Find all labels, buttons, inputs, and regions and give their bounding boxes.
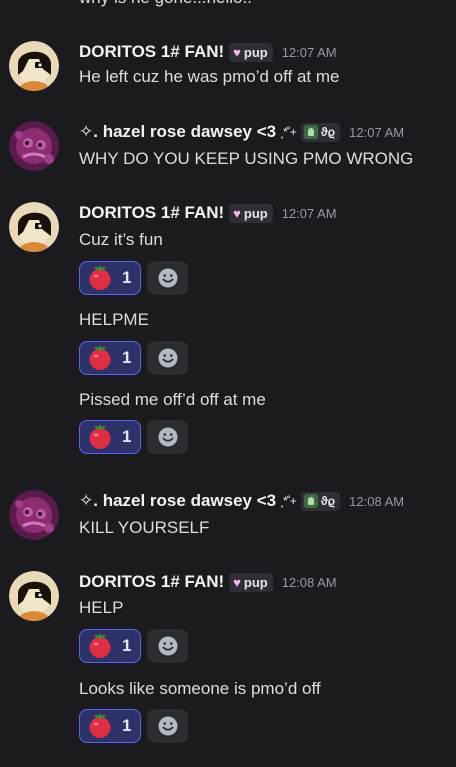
reaction-bar: 1 [79,709,188,743]
reaction-count: 1 [122,427,132,446]
user-tag[interactable]: ♥ pup [229,42,273,62]
avatar[interactable] [9,571,59,621]
message-text: WHY DO YOU KEEP USING PMO WRONG [79,149,414,168]
message-text: HELP [79,598,124,617]
message-text: HELPME [79,310,149,329]
reaction-bar: 1 [79,420,188,454]
add-reaction-button[interactable] [147,341,188,375]
tomato-emoji-icon [89,265,111,290]
timestamp[interactable]: 12:08 AM [282,575,337,590]
message-text: He left cuz he was pmo’d off at me [79,67,340,86]
timestamp[interactable]: 12:07 AM [282,45,337,60]
smiley-add-icon [158,348,177,368]
reaction-bar: 1 [79,341,188,375]
avatar[interactable] [9,490,59,540]
user-tag[interactable]: ♥ pup [229,203,273,223]
previous-message-text: why is he gone...hello.. [79,0,252,8]
add-reaction-button[interactable] [147,709,188,743]
username[interactable]: DORITOS 1# FAN! [79,42,224,62]
tag-label: pup [243,205,268,221]
tomato-emoji-icon [89,424,111,449]
message-text: KILL YOURSELF [79,518,210,537]
reaction-tomato[interactable]: 1 [79,629,141,663]
tag-label: pup [243,44,268,60]
timestamp[interactable]: 12:07 AM [349,125,404,140]
tomato-emoji-icon [89,345,111,370]
username[interactable]: DORITOS 1# FAN! [79,203,224,223]
reaction-tomato[interactable]: 1 [79,341,141,375]
username[interactable]: ✧. hazel rose dawsey <3 [79,491,276,511]
tomato-emoji-icon [89,633,111,658]
smiley-add-icon [158,427,177,447]
reaction-bar: 1 [79,629,188,663]
timestamp[interactable]: 12:07 AM [282,206,337,221]
reaction-tomato[interactable]: 1 [79,261,141,295]
guild-tag-icon [303,125,318,139]
reaction-count: 1 [122,716,132,735]
message-text: Looks like someone is pmo’d off [79,679,321,698]
heart-icon: ♥ [233,205,241,221]
smiley-add-icon [158,636,177,656]
user-tag[interactable]: ϑϱ [300,122,341,142]
smiley-add-icon [158,268,177,288]
reaction-tomato[interactable]: 1 [79,420,141,454]
avatar[interactable] [9,41,59,91]
smiley-add-icon [158,716,177,736]
reaction-count: 1 [122,348,132,367]
heart-icon: ♥ [233,44,241,60]
tag-label: ϑϱ [320,125,336,139]
user-tag[interactable]: ϑϱ [300,491,341,511]
tomato-emoji-icon [89,713,111,738]
username[interactable]: ✧. hazel rose dawsey <3 [79,122,276,142]
add-reaction-button[interactable] [147,420,188,454]
avatar[interactable] [9,202,59,252]
tag-label: pup [243,574,268,590]
username[interactable]: DORITOS 1# FAN! [79,572,224,592]
message-text: Cuz it’s fun [79,230,163,249]
timestamp[interactable]: 12:08 AM [349,494,404,509]
add-reaction-button[interactable] [147,629,188,663]
message-text: Pissed me off’d off at me [79,390,266,409]
add-reaction-button[interactable] [147,261,188,295]
guild-tag-icon [303,494,318,508]
username-decoration: ˳*˚+ [280,125,297,139]
username-decoration: ˳*˚+ [280,494,297,508]
reaction-tomato[interactable]: 1 [79,709,141,743]
heart-icon: ♥ [233,574,241,590]
tag-label: ϑϱ [320,494,336,508]
avatar[interactable] [9,121,59,171]
reaction-count: 1 [122,268,132,287]
reaction-count: 1 [122,636,132,655]
reaction-bar: 1 [79,261,188,295]
user-tag[interactable]: ♥ pup [229,572,273,592]
